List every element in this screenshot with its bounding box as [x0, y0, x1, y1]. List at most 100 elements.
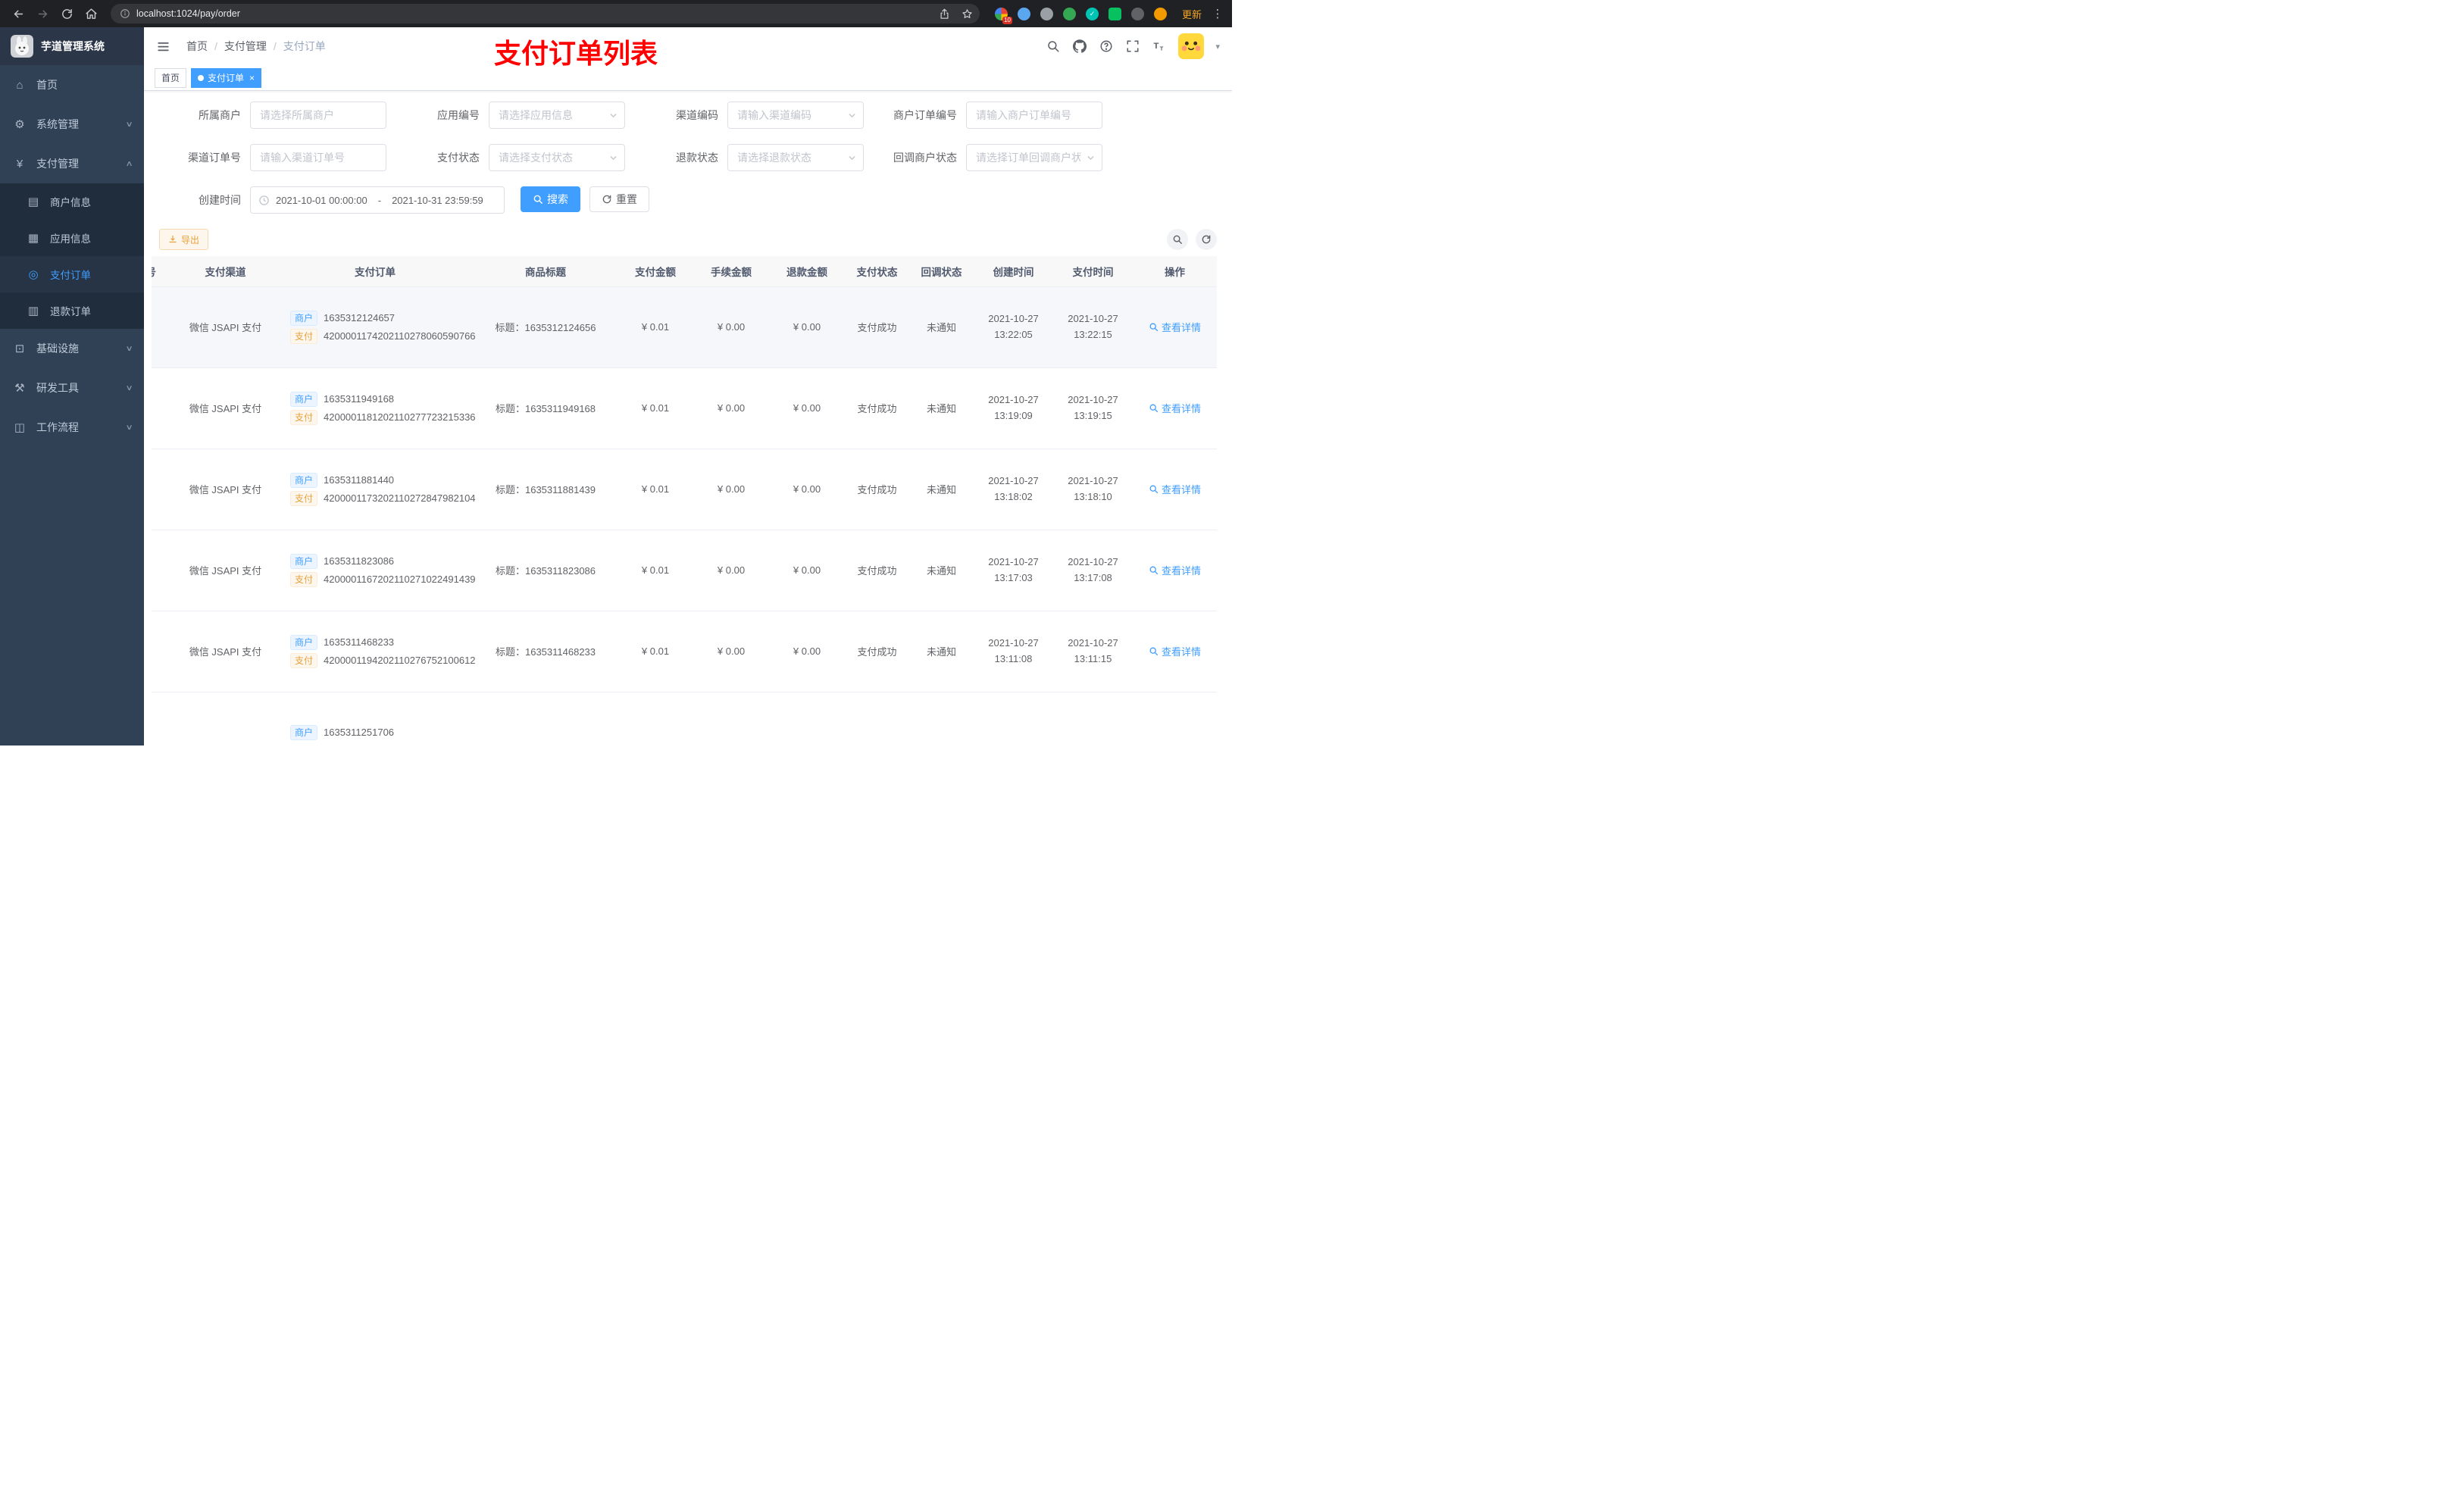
cell-pay-time: 2021-10-27 13:22:15 [1053, 286, 1133, 368]
view-detail-link[interactable]: 查看详情 [1137, 563, 1212, 577]
tab-close-icon[interactable]: × [249, 73, 255, 83]
sidebar-item-pay-order[interactable]: ◎ 支付订单 [0, 256, 144, 292]
site-info-icon[interactable] [120, 8, 130, 19]
view-detail-link[interactable]: 查看详情 [1137, 401, 1212, 415]
sidebar-item-devtools[interactable]: ⚒ 研发工具 ∨ [0, 368, 144, 408]
avatar[interactable] [1178, 33, 1205, 59]
cell-notify-status: 未通知 [909, 611, 974, 692]
bookmark-star-icon[interactable] [958, 5, 977, 23]
channel-code-select[interactable]: 请输入渠道编码 [727, 102, 864, 129]
tags-bar: 首页 支付订单 × [144, 65, 1232, 91]
sidebar-item-refund-order[interactable]: ▥ 退款订单 [0, 292, 144, 329]
cell-order: 商户 1635312124657 支付 42000011742021102780… [277, 286, 476, 368]
extension-icon-4[interactable] [1062, 7, 1076, 20]
address-bar[interactable]: localhost:1024/pay/order [111, 4, 980, 23]
reload-icon[interactable] [56, 3, 77, 24]
sidebar-item-payment[interactable]: ¥ 支付管理 ∧ [0, 144, 144, 183]
help-icon[interactable] [1099, 39, 1114, 54]
extension-icon-2[interactable] [1017, 7, 1030, 20]
pay-order-line: 支付 4200001174202110278060590766 [290, 328, 476, 344]
filter-app-no: 应用编号 请选择应用信息 [398, 102, 630, 129]
chevron-down-icon [847, 111, 857, 120]
extension-icon-7[interactable] [1130, 7, 1144, 20]
filter-form: 所属商户 应用编号 请选择应用信息 渠道编码 [152, 102, 1224, 214]
home-icon[interactable] [80, 3, 102, 24]
app-no-select[interactable]: 请选择应用信息 [489, 102, 625, 129]
chevron-down-icon [847, 153, 857, 163]
card-icon: ▤ [27, 195, 39, 208]
breadcrumb-home[interactable]: 首页 [186, 39, 208, 54]
refund-status-select[interactable]: 请选择退款状态 [727, 144, 864, 171]
gear-icon: ⚙ [14, 118, 25, 131]
browser-menu-icon[interactable]: ⋮ [1211, 7, 1224, 20]
extension-icon-6[interactable] [1108, 7, 1121, 20]
refresh-button[interactable] [1196, 229, 1217, 250]
chevron-down-icon [608, 153, 618, 163]
sidebar-item-infra[interactable]: ⊡ 基础设施 ∨ [0, 329, 144, 368]
breadcrumb-section[interactable]: 支付管理 [224, 39, 267, 54]
extension-icon-8[interactable] [1153, 7, 1167, 20]
merchant-order-no-input[interactable] [966, 102, 1102, 129]
sidebar-item-home[interactable]: ⌂ 首页 [0, 65, 144, 105]
export-button[interactable]: 导出 [159, 229, 209, 250]
view-detail-link[interactable]: 查看详情 [1137, 320, 1212, 334]
channel-order-no-input[interactable] [250, 144, 386, 171]
app-logo [11, 35, 33, 58]
avatar-caret-icon[interactable]: ▾ [1215, 42, 1220, 52]
cell-order: 商户 1635311468233 支付 42000011942021102767… [277, 611, 476, 692]
merchant-order-line: 商户 1635311468233 [290, 634, 469, 650]
cell-create-time: 2021-10-27 13:22:05 [974, 286, 1053, 368]
cell-pay-status: 支付成功 [845, 367, 909, 449]
share-icon[interactable] [936, 5, 954, 23]
merchant-input[interactable] [250, 102, 386, 129]
chevron-down-icon [608, 111, 618, 120]
hamburger-icon[interactable] [156, 38, 173, 55]
column-header-amount: 支付金额 [618, 256, 693, 287]
view-detail-link[interactable]: 查看详情 [1137, 644, 1212, 658]
app-logo-row[interactable]: 芋道管理系统 [0, 27, 144, 65]
cell-title: 标题：1635312124656 [474, 286, 618, 368]
cell-pay-status: 支付成功 [845, 530, 909, 611]
extension-icon-1[interactable]: 10 [994, 7, 1012, 24]
cell-title: 标题：1635311949168 [474, 367, 618, 449]
sidebar-item-workflow[interactable]: ◫ 工作流程 ∨ [0, 408, 144, 447]
github-icon[interactable] [1072, 39, 1087, 54]
sidebar-item-app-info[interactable]: ▦ 应用信息 [0, 220, 144, 256]
notify-status-select[interactable]: 请选择订单回调商户状态 [966, 144, 1102, 171]
cell-actions: 查看详情 [1133, 611, 1217, 692]
reset-button[interactable]: 重置 [589, 186, 649, 212]
cell-notify-status: 未通知 [909, 367, 974, 449]
search-icon[interactable] [1046, 39, 1061, 54]
tab-home[interactable]: 首页 [155, 67, 187, 88]
search-button[interactable]: 搜索 [521, 186, 580, 212]
view-detail-link[interactable]: 查看详情 [1137, 482, 1212, 496]
browser-update-button[interactable]: 更新 [1182, 7, 1202, 21]
date-range-input[interactable]: 2021-10-01 00:00:00 - 2021-10-31 23:59:5… [250, 186, 505, 214]
target-icon: ◎ [28, 268, 39, 281]
pay-badge: 支付 [290, 328, 318, 344]
cell-create-time: 2021-10-27 13:11:08 [974, 611, 1053, 692]
font-size-icon[interactable]: TT [1152, 39, 1167, 54]
cell-refund: ¥ 0.00 [769, 367, 845, 449]
sidebar-item-merchant-info[interactable]: ▤ 商户信息 [0, 183, 144, 220]
cell-create-time: 2021-10-27 13:19:09 [974, 367, 1053, 449]
cell-pay-time: 2021-10-27 13:18:10 [1053, 449, 1133, 530]
sidebar-item-system[interactable]: ⚙ 系统管理 ∨ [0, 105, 144, 144]
forward-icon[interactable] [32, 3, 53, 24]
cell-amount: ¥ 0.01 [618, 449, 693, 530]
fullscreen-icon[interactable] [1125, 39, 1140, 54]
table-row: 18 微信 JSAPI 支付 商户 1635311823086 支付 42000… [152, 530, 1217, 611]
tab-pay-order[interactable]: 支付订单 × [191, 67, 262, 88]
extension-icon-5[interactable]: ✓ [1085, 7, 1099, 20]
payment-submenu: ▤ 商户信息 ▦ 应用信息 ◎ 支付订单 ▥ 退款订单 [0, 183, 144, 329]
toggle-search-button[interactable] [1167, 229, 1188, 250]
filter-channel-code: 渠道编码 请输入渠道编码 [636, 102, 868, 129]
pay-status-select[interactable]: 请选择支付状态 [489, 144, 625, 171]
cell-pay-status: 支付成功 [845, 611, 909, 692]
extension-icon-3[interactable] [1040, 7, 1053, 20]
page-annotation: 支付订单列表 [494, 38, 658, 70]
cell-amount: ¥ 0.01 [618, 286, 693, 368]
merchant-order-line: 商户 1635311251706 [290, 724, 469, 740]
workflow-icon: ◫ [14, 421, 26, 434]
back-icon[interactable] [8, 3, 29, 24]
